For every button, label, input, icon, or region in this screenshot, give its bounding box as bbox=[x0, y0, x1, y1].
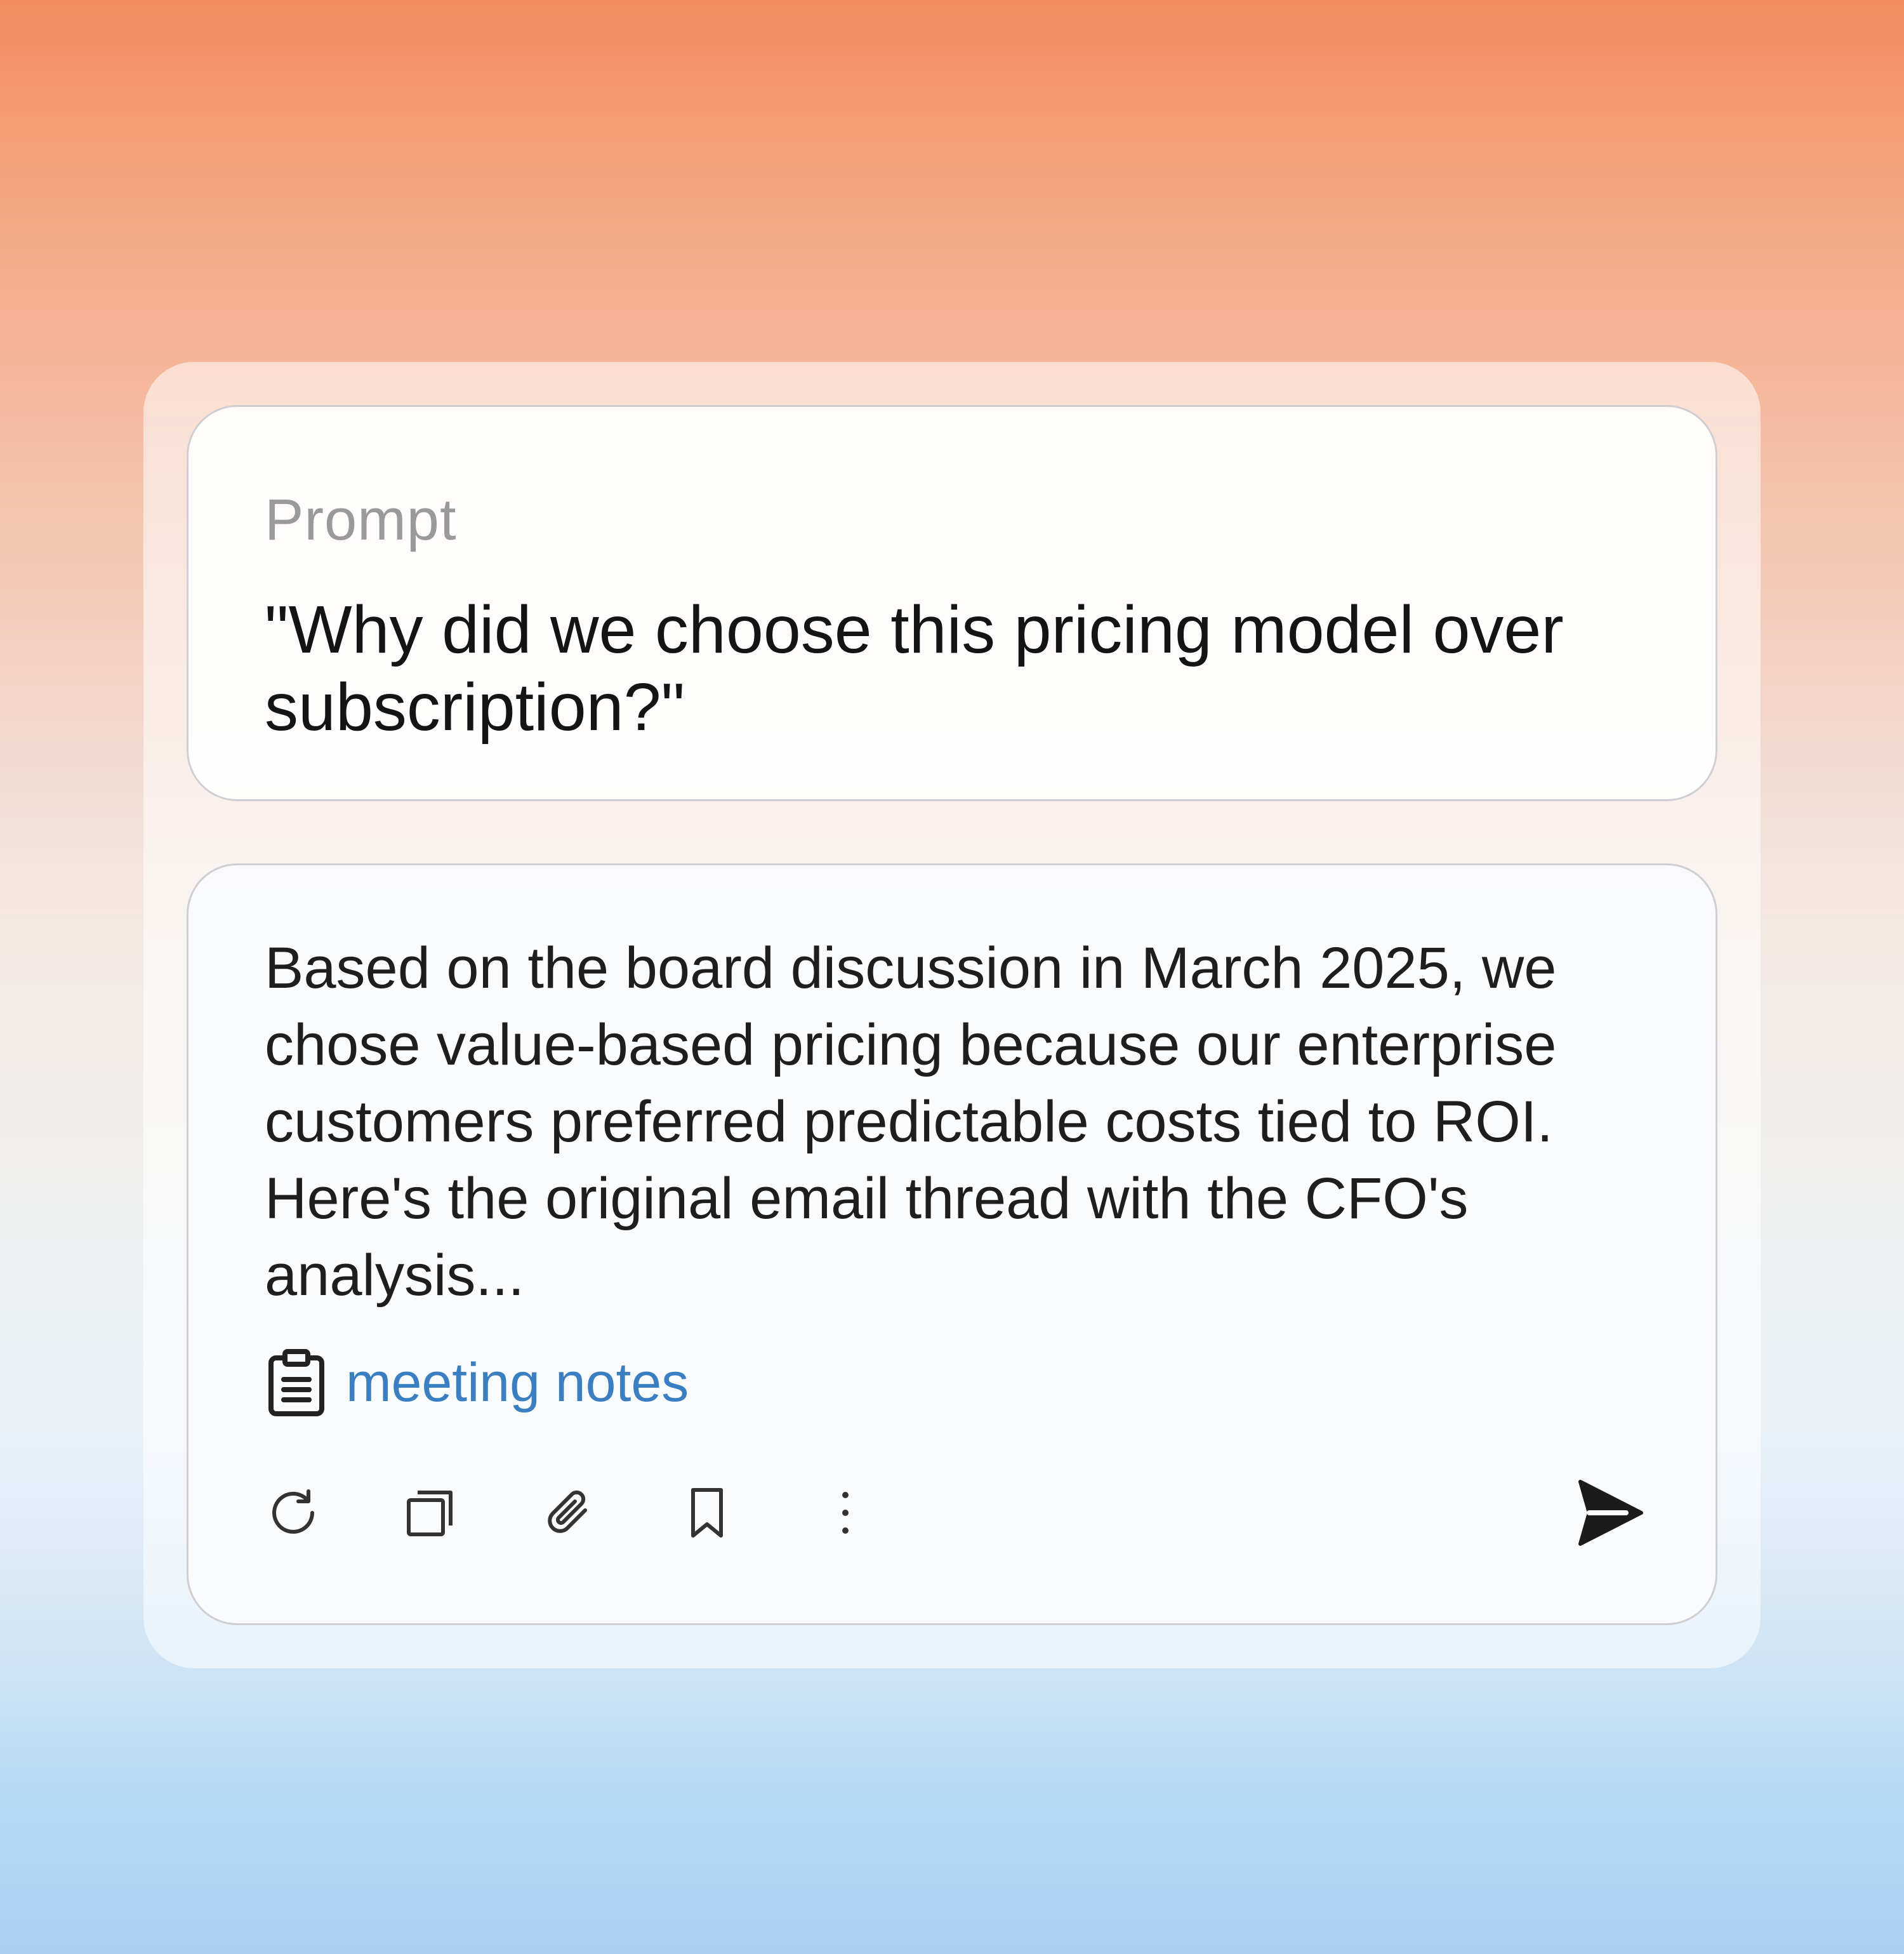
copy-button[interactable] bbox=[395, 1475, 465, 1551]
more-options-button[interactable] bbox=[810, 1475, 880, 1551]
more-vertical-icon bbox=[833, 1486, 858, 1539]
prompt-card: Prompt "Why did we choose this pricing m… bbox=[187, 405, 1717, 801]
response-card: Based on the board discussion in March 2… bbox=[187, 863, 1717, 1625]
prompt-label: Prompt bbox=[265, 488, 457, 552]
clipboard-icon bbox=[265, 1348, 328, 1418]
paperclip-icon bbox=[542, 1486, 595, 1539]
attach-button[interactable] bbox=[534, 1475, 604, 1551]
refresh-icon bbox=[267, 1486, 320, 1539]
copy-icon bbox=[404, 1486, 457, 1539]
bookmark-button[interactable] bbox=[672, 1475, 742, 1551]
send-icon bbox=[1575, 1478, 1645, 1548]
source-label: meeting notes bbox=[346, 1352, 689, 1413]
prompt-text: "Why did we choose this pricing model ov… bbox=[265, 592, 1564, 745]
action-bar bbox=[258, 1475, 1655, 1551]
regenerate-button[interactable] bbox=[258, 1475, 328, 1551]
response-text: Based on the board discussion in March 2… bbox=[265, 936, 1557, 1308]
bookmark-icon bbox=[680, 1486, 734, 1539]
send-button[interactable] bbox=[1566, 1468, 1655, 1557]
source-link[interactable]: meeting notes bbox=[265, 1348, 689, 1418]
